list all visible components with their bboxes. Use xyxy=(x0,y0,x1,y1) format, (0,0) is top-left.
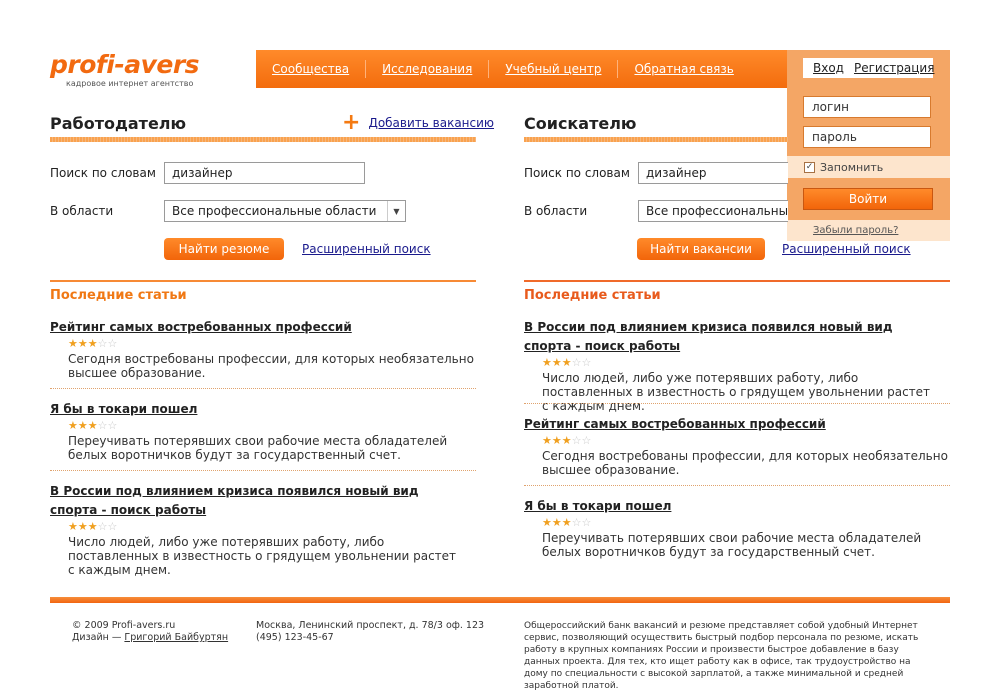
rating-stars: ★★★☆☆ xyxy=(68,520,118,533)
find-vacancies-button[interactable]: Найти вакансии xyxy=(637,238,765,260)
article-title-link[interactable]: Рейтинг самых востребованных профессий xyxy=(50,320,352,334)
rating-stars: ★★★☆☆ xyxy=(68,337,118,350)
article-separator xyxy=(50,388,476,389)
employer-area-select[interactable]: Все профессиональные области ▼ xyxy=(164,200,406,222)
employer-title-rule xyxy=(50,137,476,142)
left-article: Я бы в токари пошел ★★★☆☆ Переучивать по… xyxy=(50,398,476,462)
article-description: Переучивать потерявших свои рабочие мест… xyxy=(542,531,922,559)
article-separator xyxy=(524,403,950,404)
login-panel: Вход Регистрация логин пароль ✓ Запомнит… xyxy=(787,50,950,241)
copyright-text: © 2009 Profi-avers.ru xyxy=(72,620,176,631)
employer-area-value: Все профессиональные области xyxy=(172,204,377,218)
nav-item-communities[interactable]: Сообщества xyxy=(256,62,365,76)
right-article: В России под влиянием кризиса появился н… xyxy=(524,316,934,413)
left-article: Рейтинг самых востребованных профессий ★… xyxy=(50,316,476,380)
forgot-row: Забыли пароль? xyxy=(787,220,950,241)
logo-tagline: кадровое интернет агентство xyxy=(66,79,194,88)
seeker-area-label: В области xyxy=(524,204,588,218)
article-title-link[interactable]: Рейтинг самых востребованных профессий xyxy=(524,417,826,431)
login-tab[interactable]: Вход xyxy=(813,61,844,75)
article-title-link[interactable]: Я бы в токари пошел xyxy=(50,402,197,416)
remember-checkbox[interactable]: ✓ xyxy=(804,161,815,173)
seeker-divider xyxy=(524,280,950,282)
rating-stars: ★★★☆☆ xyxy=(542,516,592,529)
employer-area-label: В области xyxy=(50,204,114,218)
footer-rule xyxy=(50,597,950,603)
article-description: Число людей, либо уже потерявших работу,… xyxy=(68,535,457,577)
article-title-link[interactable]: В России под влиянием кризиса появился н… xyxy=(50,484,419,517)
seeker-advanced-search-link[interactable]: Расширенный поиск xyxy=(782,242,911,256)
rating-stars: ★★★☆☆ xyxy=(542,434,592,447)
footer-address: Москва, Ленинский проспект, д. 78/3 оф. … xyxy=(256,620,485,631)
article-description: Сегодня востребованы профессии, для кото… xyxy=(542,449,948,477)
employer-divider xyxy=(50,280,476,282)
nav-item-research[interactable]: Исследования xyxy=(366,62,488,76)
plus-icon: + xyxy=(342,110,361,135)
seeker-search-label: Поиск по словам xyxy=(524,166,630,180)
add-vacancy-link[interactable]: Добавить вакансию xyxy=(368,116,494,130)
article-separator xyxy=(50,470,476,471)
site-logo[interactable]: profi-avers кадровое интернет агентство xyxy=(50,50,200,89)
employer-search-input[interactable]: дизайнер xyxy=(164,162,365,184)
left-article: В России под влиянием кризиса появился н… xyxy=(50,480,460,577)
nav-item-feedback[interactable]: Обратная связь xyxy=(618,62,749,76)
password-input[interactable]: пароль xyxy=(803,126,931,148)
nav-item-training-center[interactable]: Учебный центр xyxy=(489,62,617,76)
add-vacancy[interactable]: + Добавить вакансию xyxy=(342,110,494,135)
right-article: Рейтинг самых востребованных профессий ★… xyxy=(524,413,950,477)
right-article: Я бы в токари пошел ★★★☆☆ Переучивать по… xyxy=(524,495,950,559)
article-separator xyxy=(524,485,950,486)
top-navigation: Сообщества Исследования Учебный центр Об… xyxy=(256,50,816,88)
article-description: Сегодня востребованы профессии, для кото… xyxy=(68,352,474,380)
seeker-area-select[interactable]: Все профессиональные области xyxy=(638,200,788,222)
design-credit: Дизайн — Григорий Байбуртян xyxy=(72,632,229,643)
article-title-link[interactable]: В России под влиянием кризиса появился н… xyxy=(524,320,893,353)
seeker-search-input[interactable]: дизайнер xyxy=(638,162,788,184)
employer-title: Работодателю xyxy=(50,114,187,133)
left-articles-heading: Последние статьи xyxy=(50,288,187,303)
remember-row: ✓ Запомнить xyxy=(787,156,950,178)
login-input[interactable]: логин xyxy=(803,96,931,118)
article-description: Число людей, либо уже потерявших работу,… xyxy=(542,371,931,413)
find-resume-button[interactable]: Найти резюме xyxy=(164,238,284,260)
rating-stars: ★★★☆☆ xyxy=(542,356,592,369)
article-description: Переучивать потерявших свои рабочие мест… xyxy=(68,434,448,462)
footer-about: Общероссийский банк вакансий и резюме пр… xyxy=(524,621,919,691)
footer-copyright: © 2009 Profi-avers.ru Дизайн — Григорий … xyxy=(72,620,242,644)
article-title-link[interactable]: Я бы в токари пошел xyxy=(524,499,671,513)
footer-contacts: Москва, Ленинский проспект, д. 78/3 оф. … xyxy=(256,620,496,644)
right-articles-heading: Последние статьи xyxy=(524,288,661,303)
remember-label: Запомнить xyxy=(820,160,884,174)
login-submit-button[interactable]: Войти xyxy=(803,188,933,210)
rating-stars: ★★★☆☆ xyxy=(68,419,118,432)
footer-phone: (495) 123-45-67 xyxy=(256,632,334,643)
register-tab[interactable]: Регистрация xyxy=(854,61,934,75)
designer-link[interactable]: Григорий Байбуртян xyxy=(124,632,228,643)
employer-advanced-search-link[interactable]: Расширенный поиск xyxy=(302,242,431,256)
seeker-title-rule xyxy=(524,137,788,142)
login-tabs: Вход Регистрация xyxy=(803,58,934,78)
employer-search-label: Поиск по словам xyxy=(50,166,156,180)
forgot-password-link[interactable]: Забыли пароль? xyxy=(813,225,898,236)
seeker-title: Соискателю xyxy=(524,114,637,133)
logo-wordmark: profi-avers xyxy=(50,50,200,79)
chevron-down-icon: ▼ xyxy=(387,201,405,221)
seeker-area-value: Все профессиональные области xyxy=(646,204,788,218)
